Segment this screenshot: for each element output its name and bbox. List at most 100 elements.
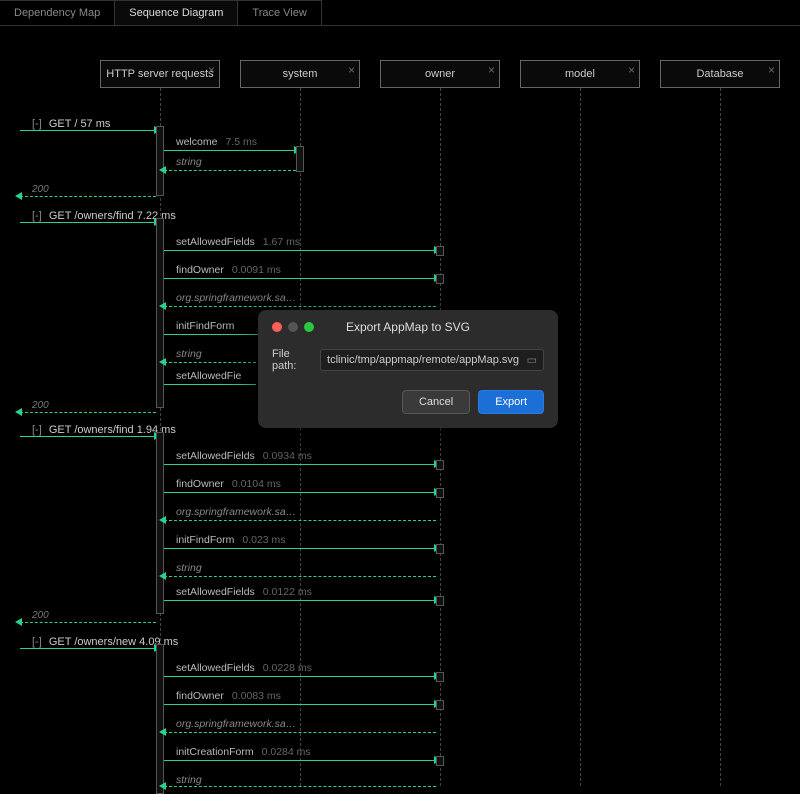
collapse-toggle[interactable]: [-] [32,210,42,222]
arrow-head-icon [159,728,166,736]
activation-bar [436,488,444,498]
ext-dur: 57 ms [80,118,110,130]
arrow [164,306,436,307]
activation-bar [436,460,444,470]
msg-return: string [176,562,202,574]
activation-bar [296,146,304,172]
col-system[interactable]: system × [240,60,360,88]
tab-dependency-map[interactable]: Dependency Map [0,0,115,25]
close-icon[interactable]: × [488,63,495,77]
collapse-toggle[interactable]: [-] [32,636,42,648]
col-label: HTTP server requests [106,68,213,80]
close-icon[interactable]: × [208,63,215,77]
msg-return: string [176,156,202,168]
msg[interactable]: findOwner0.0104 ms [176,478,281,490]
col-http[interactable]: HTTP server requests × [100,60,220,88]
arrow [164,278,436,279]
zoom-window-icon[interactable] [304,322,314,332]
tab-trace-view[interactable]: Trace View [237,0,321,25]
activation-bar [156,218,164,408]
lifeline-database [720,88,721,786]
arrow-head-icon [15,192,22,200]
arrow [164,492,436,493]
activation-bar [436,756,444,766]
msg-return: string [176,348,202,360]
arrow [164,548,436,549]
msg[interactable]: initCreationForm0.0284 ms [176,746,311,758]
arrow-head-icon [159,782,166,790]
msg-return: org.springframework.sa… [176,718,296,730]
activation-bar [436,544,444,554]
arrow [164,250,436,251]
arrow [164,384,256,385]
msg-return: org.springframework.sa… [176,292,296,304]
arrow [164,464,436,465]
arrow-head-icon [159,516,166,524]
arrow [20,436,156,437]
dialog-title: Export AppMap to SVG [346,320,470,334]
file-path-label: File path: [272,348,312,372]
msg-welcome[interactable]: welcome7.5 ms [176,136,257,148]
cancel-button[interactable]: Cancel [402,390,470,414]
lifeline-system [300,88,301,786]
col-owner[interactable]: owner × [380,60,500,88]
close-window-icon[interactable] [272,322,282,332]
arrow-head-icon [159,166,166,174]
ext-label-text: GET /owners/find [49,210,134,222]
status-code: 200 [32,400,49,411]
msg[interactable]: findOwner0.0091 ms [176,264,281,276]
tab-sequence-diagram[interactable]: Sequence Diagram [114,0,238,25]
arrow-head-icon [15,618,22,626]
arrow [164,732,436,733]
msg-return: org.springframework.sa… [176,506,296,518]
activation-bar [436,246,444,256]
arrow [164,150,296,151]
arrow [164,362,256,363]
file-path-input[interactable]: tclinic/tmp/appmap/remote/appMap.svg ▭ [320,349,544,371]
msg[interactable]: setAllowedFields1.67 ms [176,236,300,248]
window-controls [272,322,314,332]
msg[interactable]: setAllowedFields0.0934 ms [176,450,312,462]
arrow [20,130,156,131]
msg[interactable]: setAllowedFields0.0122 ms [176,586,312,598]
msg[interactable]: initFindForm [176,320,234,332]
col-label: Database [696,68,743,80]
arrow [164,170,296,171]
close-icon[interactable]: × [628,63,635,77]
msg[interactable]: initFindForm0.023 ms [176,534,286,546]
col-label: model [565,68,595,80]
arrow [164,704,436,705]
minimize-window-icon[interactable] [288,322,298,332]
activation-bar [156,126,164,196]
collapse-toggle[interactable]: [-] [32,424,42,436]
arrow [20,196,156,197]
col-label: system [283,68,318,80]
activation-bar [436,672,444,682]
msg[interactable]: setAllowedFie [176,370,241,382]
close-icon[interactable]: × [348,63,355,77]
arrow [20,648,156,649]
arrow-head-icon [159,358,166,366]
view-tabs: Dependency Map Sequence Diagram Trace Vi… [0,0,800,26]
msg[interactable]: setAllowedFields0.0228 ms [176,662,312,674]
arrow-head-icon [15,408,22,416]
arrow [20,222,156,223]
close-icon[interactable]: × [768,63,775,77]
msg[interactable]: findOwner0.0083 ms [176,690,281,702]
col-model[interactable]: model × [520,60,640,88]
status-code: 200 [32,184,49,195]
export-dialog: Export AppMap to SVG File path: tclinic/… [258,310,558,428]
ext-event[interactable]: [-] GET / 57 ms [32,118,110,130]
folder-icon[interactable]: ▭ [527,354,537,367]
export-button[interactable]: Export [478,390,544,414]
activation-bar [156,644,164,794]
lifeline-model [580,88,581,786]
col-label: owner [425,68,455,80]
ext-label-text: GET /owners/new [49,636,136,648]
arrow-head-icon [159,302,166,310]
ext-label-text: GET /owners/find [49,424,134,436]
col-database[interactable]: Database × [660,60,780,88]
arrow [164,576,436,577]
arrow [164,600,436,601]
collapse-toggle[interactable]: [-] [32,118,42,130]
